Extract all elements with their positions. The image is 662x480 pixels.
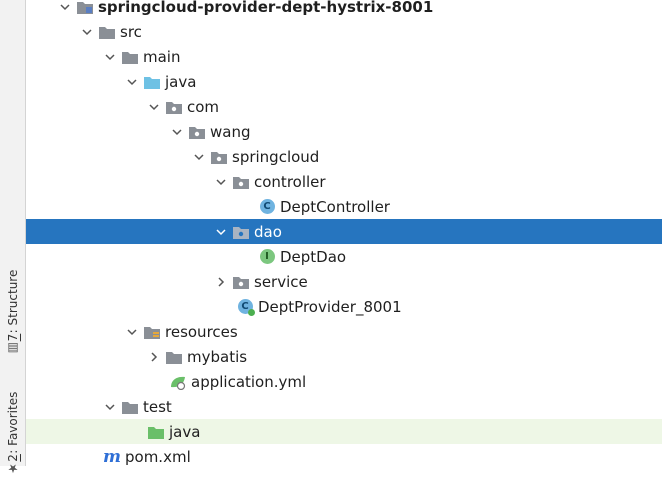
- spring-yml-icon: [169, 374, 187, 390]
- folder-icon: [121, 49, 139, 65]
- maven-icon-letter: m: [103, 446, 121, 467]
- tree-label-java: java: [165, 72, 197, 91]
- tree-row-wang[interactable]: wang: [26, 119, 662, 144]
- structure-icon: ▤: [6, 341, 20, 356]
- package-icon: [165, 99, 183, 115]
- chevron-down-icon[interactable]: [214, 225, 228, 239]
- tree-row-resources[interactable]: resources: [26, 319, 662, 344]
- structure-tab-mnemonic: 7: [6, 333, 20, 342]
- tree-row-service[interactable]: service: [26, 269, 662, 294]
- tree-label-controller: controller: [254, 172, 326, 191]
- chevron-down-icon[interactable]: [103, 50, 117, 64]
- star-icon: ★: [6, 461, 20, 476]
- tree-label-pom: pom.xml: [125, 447, 191, 466]
- class-icon-letter: C: [259, 199, 275, 214]
- chevron-down-icon[interactable]: [103, 400, 117, 414]
- chevron-right-icon[interactable]: [214, 275, 228, 289]
- maven-icon: m: [103, 446, 121, 467]
- tree-label-dept-controller: DeptController: [280, 197, 390, 216]
- resources-folder-icon: [143, 324, 161, 340]
- tree-row-application-yml[interactable]: application.yml: [26, 369, 662, 394]
- interface-icon-letter: I: [259, 249, 275, 264]
- tree-row-src[interactable]: src: [26, 19, 662, 44]
- chevron-down-icon[interactable]: [58, 0, 72, 14]
- chevron-down-icon[interactable]: [125, 75, 139, 89]
- tree-row-test-java[interactable]: java: [26, 419, 662, 444]
- tree-row-dao[interactable]: dao: [26, 219, 662, 244]
- tree-label-test: test: [143, 397, 172, 416]
- test-source-folder-icon: [147, 424, 165, 440]
- class-icon: C: [258, 199, 276, 215]
- tree-label-dept-dao: DeptDao: [280, 247, 347, 266]
- tree-row-pom[interactable]: m pom.xml: [26, 444, 662, 469]
- spring-boot-class-icon: C: [236, 299, 255, 316]
- tree-row-root[interactable]: springcloud-provider-dept-hystrix-8001: [26, 0, 662, 19]
- project-tree[interactable]: springcloud-provider-dept-hystrix-8001 s…: [26, 0, 662, 469]
- structure-tab-label: : Structure: [6, 270, 20, 334]
- tree-row-dept-provider[interactable]: C DeptProvider_8001: [26, 294, 662, 319]
- folder-icon: [121, 399, 139, 415]
- package-icon: [210, 149, 228, 165]
- chevron-down-icon[interactable]: [214, 175, 228, 189]
- run-badge-icon: [248, 308, 255, 316]
- tree-row-controller[interactable]: controller: [26, 169, 662, 194]
- tree-label-mybatis: mybatis: [187, 347, 248, 366]
- package-icon: [232, 224, 250, 240]
- folder-icon: [98, 24, 116, 40]
- tree-label-test-java: java: [169, 422, 201, 441]
- package-icon: [232, 174, 250, 190]
- tree-label-dept-provider: DeptProvider_8001: [258, 297, 402, 316]
- tree-label-service: service: [254, 272, 308, 291]
- source-folder-icon: [143, 74, 161, 90]
- tree-label-resources: resources: [165, 322, 238, 341]
- tree-row-mybatis[interactable]: mybatis: [26, 344, 662, 369]
- side-tool-strip: ▤ 7: Structure ★ 2: Favorites: [0, 0, 26, 476]
- tree-row-com[interactable]: com: [26, 94, 662, 119]
- chevron-right-icon[interactable]: [147, 350, 161, 364]
- tree-row-test[interactable]: test: [26, 394, 662, 419]
- tree-label-src: src: [120, 22, 142, 41]
- tree-row-main[interactable]: main: [26, 44, 662, 69]
- structure-tab[interactable]: ▤ 7: Structure: [3, 270, 23, 359]
- tree-label-application-yml: application.yml: [191, 372, 307, 391]
- interface-icon: I: [258, 249, 276, 265]
- tree-label-root: springcloud-provider-dept-hystrix-8001: [98, 0, 434, 16]
- tree-label-wang: wang: [210, 122, 251, 141]
- favorites-tab-mnemonic: 2: [6, 454, 20, 462]
- chevron-down-icon[interactable]: [125, 325, 139, 339]
- chevron-down-icon[interactable]: [192, 150, 206, 164]
- tree-label-com: com: [187, 97, 220, 116]
- tree-label-springcloud: springcloud: [232, 147, 320, 166]
- chevron-down-icon[interactable]: [80, 25, 94, 39]
- tree-row-java[interactable]: java: [26, 69, 662, 94]
- tree-row-springcloud[interactable]: springcloud: [26, 144, 662, 169]
- module-folder-icon: [76, 0, 94, 15]
- favorites-tab[interactable]: ★ 2: Favorites: [3, 392, 23, 480]
- folder-icon: [165, 349, 183, 365]
- chevron-down-icon[interactable]: [147, 100, 161, 114]
- tree-row-dept-controller[interactable]: C DeptController: [26, 194, 662, 219]
- tree-label-dao: dao: [254, 222, 282, 241]
- package-icon: [188, 124, 206, 140]
- favorites-tab-label: : Favorites: [6, 392, 20, 455]
- tree-label-main: main: [143, 47, 181, 66]
- chevron-down-icon[interactable]: [170, 125, 184, 139]
- tree-row-dept-dao[interactable]: I DeptDao: [26, 244, 662, 269]
- package-icon: [232, 274, 250, 290]
